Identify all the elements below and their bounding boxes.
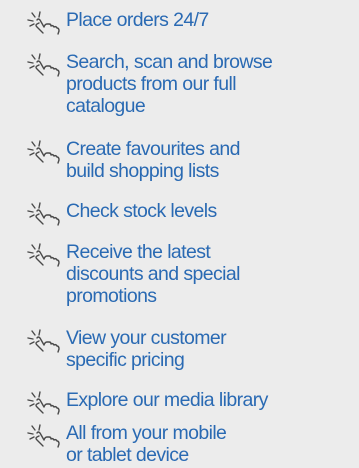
feature-label: View your customer specific pricing: [66, 327, 227, 371]
hand-click-icon: [25, 391, 63, 415]
feature-label: All from your mobile or tablet device: [66, 422, 227, 466]
hand-click-icon: [25, 202, 63, 226]
hand-click-icon: [25, 11, 63, 35]
hand-click-icon: [25, 243, 63, 267]
hand-click-icon: [25, 53, 63, 77]
feature-label: Place orders 24/7: [66, 9, 209, 31]
feature-label: Search, scan and browse products from ou…: [66, 51, 273, 117]
hand-click-icon: [25, 329, 63, 353]
features-panel: Place orders 24/7 Search, scan and brows…: [0, 0, 359, 468]
feature-label: Check stock levels: [66, 200, 217, 222]
feature-label: Explore our media library: [66, 389, 268, 411]
feature-label: Receive the latest discounts and special…: [66, 241, 240, 307]
feature-label: Create favourites and build shopping lis…: [66, 138, 240, 182]
hand-click-icon: [25, 424, 63, 448]
hand-click-icon: [25, 140, 63, 164]
